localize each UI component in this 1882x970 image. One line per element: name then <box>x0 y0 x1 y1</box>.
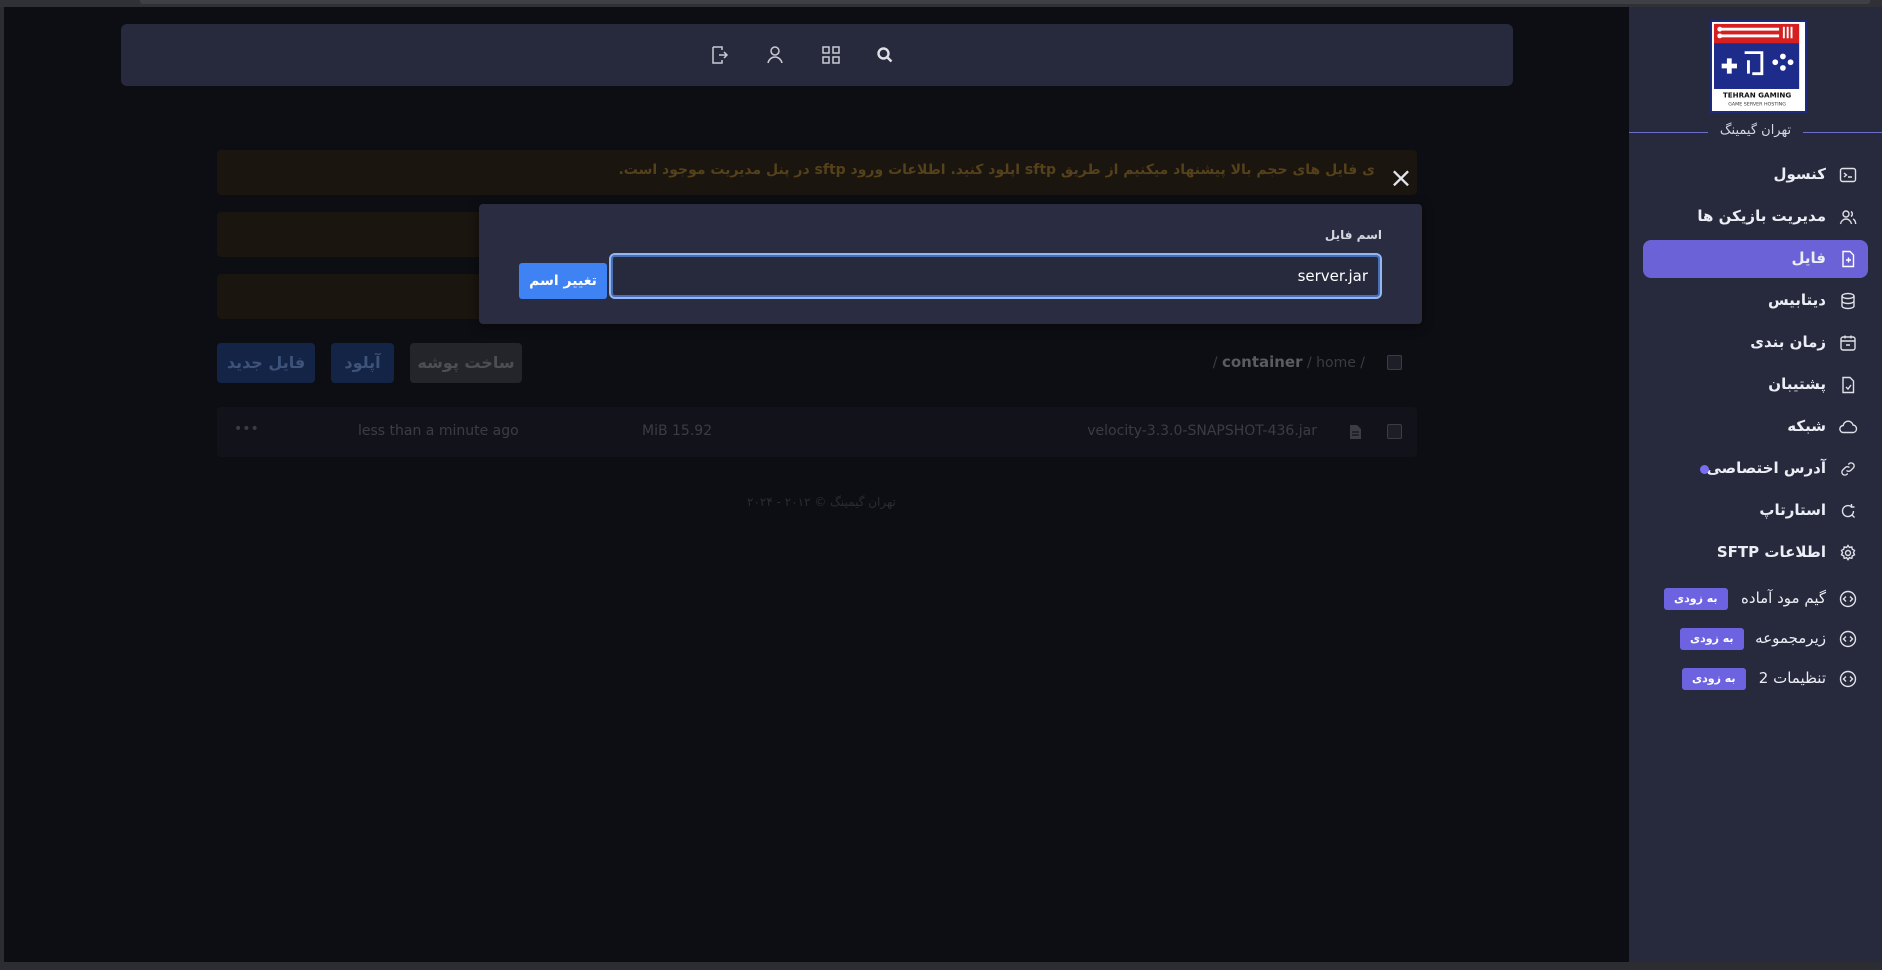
sidebar-item-gamemode[interactable]: گیم مود آماده به زودی <box>1643 580 1868 618</box>
logo-subtitle: GAME SERVER HOSTING <box>1728 101 1786 107</box>
warning-text: ی فایل های حجم بالا پیشنهاد میکنیم از طر… <box>618 162 1375 178</box>
sidebar-item-label: استارتاپ <box>1759 501 1826 519</box>
breadcrumb-current[interactable]: container <box>1222 353 1303 371</box>
link-icon <box>1838 459 1858 479</box>
brand-logo[interactable]: TEHRAN GAMING GAME SERVER HOSTING <box>1710 20 1807 113</box>
sidebar-item-label: دیتابیس <box>1767 291 1826 309</box>
footer-copyright: تهران گیمینگ © ۲۰۱۲ - ۲۰۲۴ <box>747 495 896 509</box>
sidebar-item-startup[interactable]: استارتاپ <box>1643 492 1868 530</box>
terminal-icon <box>1838 165 1858 185</box>
sidebar-item-network[interactable]: شبکه <box>1643 408 1868 446</box>
users-icon <box>1838 207 1858 227</box>
account-icon[interactable] <box>764 43 788 67</box>
breadcrumb: / container / home / <box>1213 353 1365 371</box>
sidebar-item-label: آدرس اختصاصی <box>1706 459 1826 477</box>
sidebar-item-backups[interactable]: پشتیبان <box>1643 366 1868 404</box>
file-toolbar: فایل جدید آپلود ساخت پوشه / container / … <box>217 343 1417 383</box>
sidebar-item-sftp[interactable]: اطلاعات SFTP <box>1643 534 1868 572</box>
select-all-checkbox[interactable] <box>1387 355 1402 370</box>
sidebar-item-label: تنظیمات 2 <box>1758 669 1826 687</box>
sidebar-item-settings-2[interactable]: تنظیمات 2 به زودی <box>1643 660 1868 698</box>
file-size: MiB 15.92 <box>642 423 713 439</box>
close-icon[interactable]: × <box>1389 164 1413 192</box>
dashboard-grid-icon[interactable] <box>819 43 843 67</box>
breadcrumb-separator: / <box>1212 355 1218 371</box>
sidebar-item-label: گیم مود آماده <box>1741 589 1826 607</box>
sidebar-item-subdomain[interactable]: زیرمجموعه به زودی <box>1643 620 1868 658</box>
file-more-button[interactable]: ••• <box>234 421 259 437</box>
sidebar: TEHRAN GAMING GAME SERVER HOSTING تهران … <box>1629 7 1882 962</box>
search-icon[interactable] <box>873 43 897 67</box>
breadcrumb-separator: / <box>1360 355 1365 371</box>
file-select-checkbox[interactable] <box>1387 424 1402 439</box>
coming-soon-badge: به زودی <box>1664 588 1728 610</box>
filename-input[interactable] <box>609 253 1382 299</box>
main-area: ی فایل های حجم بالا پیشنهاد میکنیم از طر… <box>4 7 1629 962</box>
upload-button[interactable]: آپلود <box>331 343 394 383</box>
rename-button[interactable]: تغییر اسم <box>519 263 607 299</box>
logout-icon[interactable] <box>707 43 731 67</box>
brand-name: تهران گیمینگ <box>1629 123 1882 138</box>
sidebar-item-label: پشتیبان <box>1768 375 1826 393</box>
sidebar-item-schedules[interactable]: زمان بندی <box>1643 324 1868 362</box>
sidebar-item-label: شبکه <box>1787 417 1826 435</box>
calendar-icon <box>1838 333 1858 353</box>
sidebar-item-dedicated-address[interactable]: آدرس اختصاصی <box>1643 450 1868 488</box>
status-dot <box>1700 465 1709 474</box>
window-top-bar <box>140 0 1870 4</box>
gear-icon <box>1838 543 1858 563</box>
sidebar-item-database[interactable]: دیتابیس <box>1643 282 1868 320</box>
coming-soon-badge: به زودی <box>1682 668 1746 690</box>
file-modified: less than a minute ago <box>358 423 519 439</box>
sidebar-item-console[interactable]: کنسول <box>1643 156 1868 194</box>
file-icon <box>1838 249 1858 269</box>
sidebar-item-files[interactable]: فایل <box>1643 240 1868 278</box>
backup-icon <box>1838 375 1858 395</box>
code-icon <box>1838 589 1858 609</box>
code-icon <box>1838 669 1858 689</box>
rename-file-modal: اسم فایل تغییر اسم <box>479 204 1422 324</box>
sidebar-item-label: اطلاعات SFTP <box>1716 543 1826 561</box>
sidebar-item-label: مدیریت بازیکن ها <box>1697 207 1826 225</box>
cloud-icon <box>1838 417 1858 437</box>
coming-soon-badge: به زودی <box>1680 628 1744 650</box>
file-icon <box>1349 424 1362 440</box>
sftp-warning-banner: ی فایل های حجم بالا پیشنهاد میکنیم از طر… <box>217 150 1417 195</box>
refresh-icon <box>1838 501 1858 521</box>
sidebar-item-players[interactable]: مدیریت بازیکن ها <box>1643 198 1868 236</box>
sidebar-item-label: فایل <box>1791 249 1826 267</box>
logo-title: TEHRAN GAMING <box>1723 91 1791 100</box>
window-top-strip <box>0 0 1882 7</box>
new-file-button[interactable]: فایل جدید <box>217 343 315 383</box>
sidebar-item-label: زمان بندی <box>1750 333 1826 351</box>
table-row[interactable]: ••• less than a minute ago MiB 15.92 vel… <box>217 407 1417 457</box>
database-icon <box>1838 291 1858 311</box>
breadcrumb-separator: / <box>1306 355 1312 371</box>
sidebar-item-label: زیرمجموعه <box>1755 629 1826 647</box>
sidebar-item-label: کنسول <box>1773 165 1826 183</box>
breadcrumb-home[interactable]: home <box>1316 355 1356 371</box>
filename-label: اسم فایل <box>1324 228 1382 242</box>
file-name[interactable]: velocity-3.3.0-SNAPSHOT-436.jar <box>1087 423 1317 439</box>
window-bottom-strip <box>0 962 1882 970</box>
top-navbar <box>121 24 1513 86</box>
code-icon <box>1838 629 1858 649</box>
create-folder-button[interactable]: ساخت پوشه <box>410 343 522 383</box>
